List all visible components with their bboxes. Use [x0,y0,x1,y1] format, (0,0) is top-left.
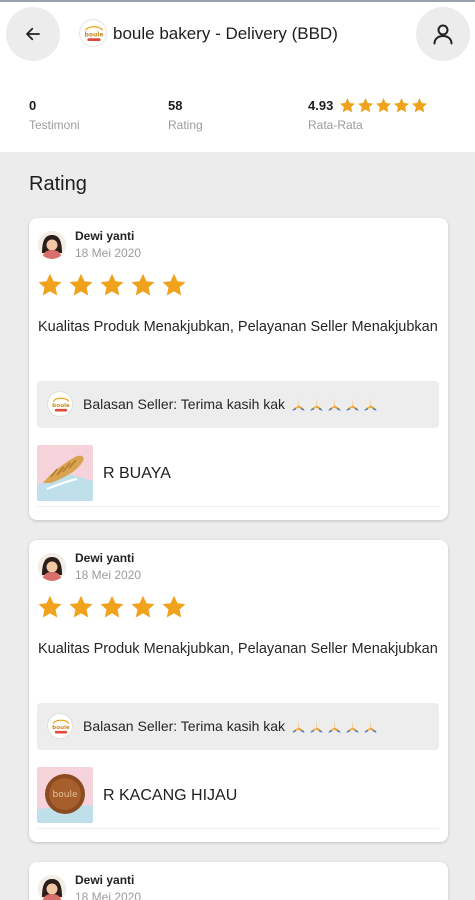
avatar [38,875,66,900]
user-icon [433,24,453,45]
seller-reply: Balasan Seller: Terima kasih kak [37,381,439,428]
folded-hands-icon [326,395,343,412]
star-icon [99,594,125,620]
seller-reply-row: Balasan Seller: Terima kasih kak [83,395,379,412]
stat-testimoni: 0 Testimoni [29,96,80,133]
arrow-left-icon [26,27,40,41]
star-icon [161,272,187,298]
review-date: 18 Mei 2020 [75,568,142,582]
seller-reply: Balasan Seller: Terima kasih kak [37,703,439,750]
stat-value-row: 4.93 [308,96,428,114]
star-icon [375,97,392,114]
star-icon [130,272,156,298]
stat-rating: 58 Rating [168,96,203,133]
average-stars [339,97,428,114]
stat-value: 58 [168,97,183,113]
review-text: Kualitas Produk Menakjubkan, Pelayanan S… [38,319,438,335]
star-icon [37,272,63,298]
app-header: boule bakery - Delivery (BBD) 0 Testimon… [0,2,475,152]
stat-value: 0 [29,97,37,113]
star-icon [393,97,410,114]
review-card: Dewi yanti 18 Mei 2020 Kualitas Produk M… [29,540,448,842]
folded-hands-icon [362,395,379,412]
review-date: 18 Mei 2020 [75,246,142,260]
avatar [38,553,66,581]
store-name: boule bakery - Delivery (BBD) [113,24,338,43]
stat-label: Rating [168,118,203,132]
folded-hands-icon [344,717,361,734]
folded-hands-icon [308,395,325,412]
seller-logo [47,391,73,417]
star-icon [339,97,356,114]
back-button[interactable] [6,7,60,61]
seller-reply-row: Balasan Seller: Terima kasih kak [83,717,379,734]
folded-hands-icon [344,395,361,412]
star-icon [411,97,428,114]
folded-hands-icon [290,395,307,412]
product-name[interactable]: R BUAYA [103,465,171,483]
folded-hands-icon [326,717,343,734]
seller-logo [47,713,73,739]
product-name[interactable]: R KACANG HIJAU [103,787,237,805]
review-card: Dewi yanti 18 Mei 2020 [29,862,448,900]
star-icon [37,594,63,620]
stat-average: 4.93 Rata-Rata [308,96,428,132]
store-logo [79,19,107,47]
review-stars [37,272,187,298]
star-icon [68,272,94,298]
star-icon [357,97,374,114]
folded-hands-icon [362,717,379,734]
product-image[interactable]: boule [37,767,93,823]
review-date: 18 Mei 2020 [75,890,142,900]
reply-emojis [290,395,379,412]
review-card: Dewi yanti 18 Mei 2020 Kualitas Produk M… [29,218,448,520]
review-text: Kualitas Produk Menakjubkan, Pelayanan S… [38,641,438,657]
reviewer-name: Dewi yanti [75,873,135,887]
svg-text:boule: boule [53,790,78,800]
divider [37,828,439,829]
product-image[interactable] [37,445,93,501]
star-icon [161,594,187,620]
section-title: Rating [29,173,87,195]
seller-reply-text: Balasan Seller: Terima kasih kak [83,717,286,734]
avatar [38,231,66,259]
folded-hands-icon [308,717,325,734]
average-value: 4.93 [308,97,334,113]
stat-label: Testimoni [29,118,80,132]
reply-emojis [290,717,379,734]
folded-hands-icon [290,717,307,734]
stat-label: Rata-Rata [308,118,363,132]
reviewer-name: Dewi yanti [75,551,135,565]
review-stars [37,594,187,620]
profile-button[interactable] [416,7,470,61]
seller-reply-text: Balasan Seller: Terima kasih kak [83,395,286,412]
star-icon [68,594,94,620]
star-icon [99,272,125,298]
reviewer-name: Dewi yanti [75,229,135,243]
star-icon [130,594,156,620]
divider [37,506,439,507]
